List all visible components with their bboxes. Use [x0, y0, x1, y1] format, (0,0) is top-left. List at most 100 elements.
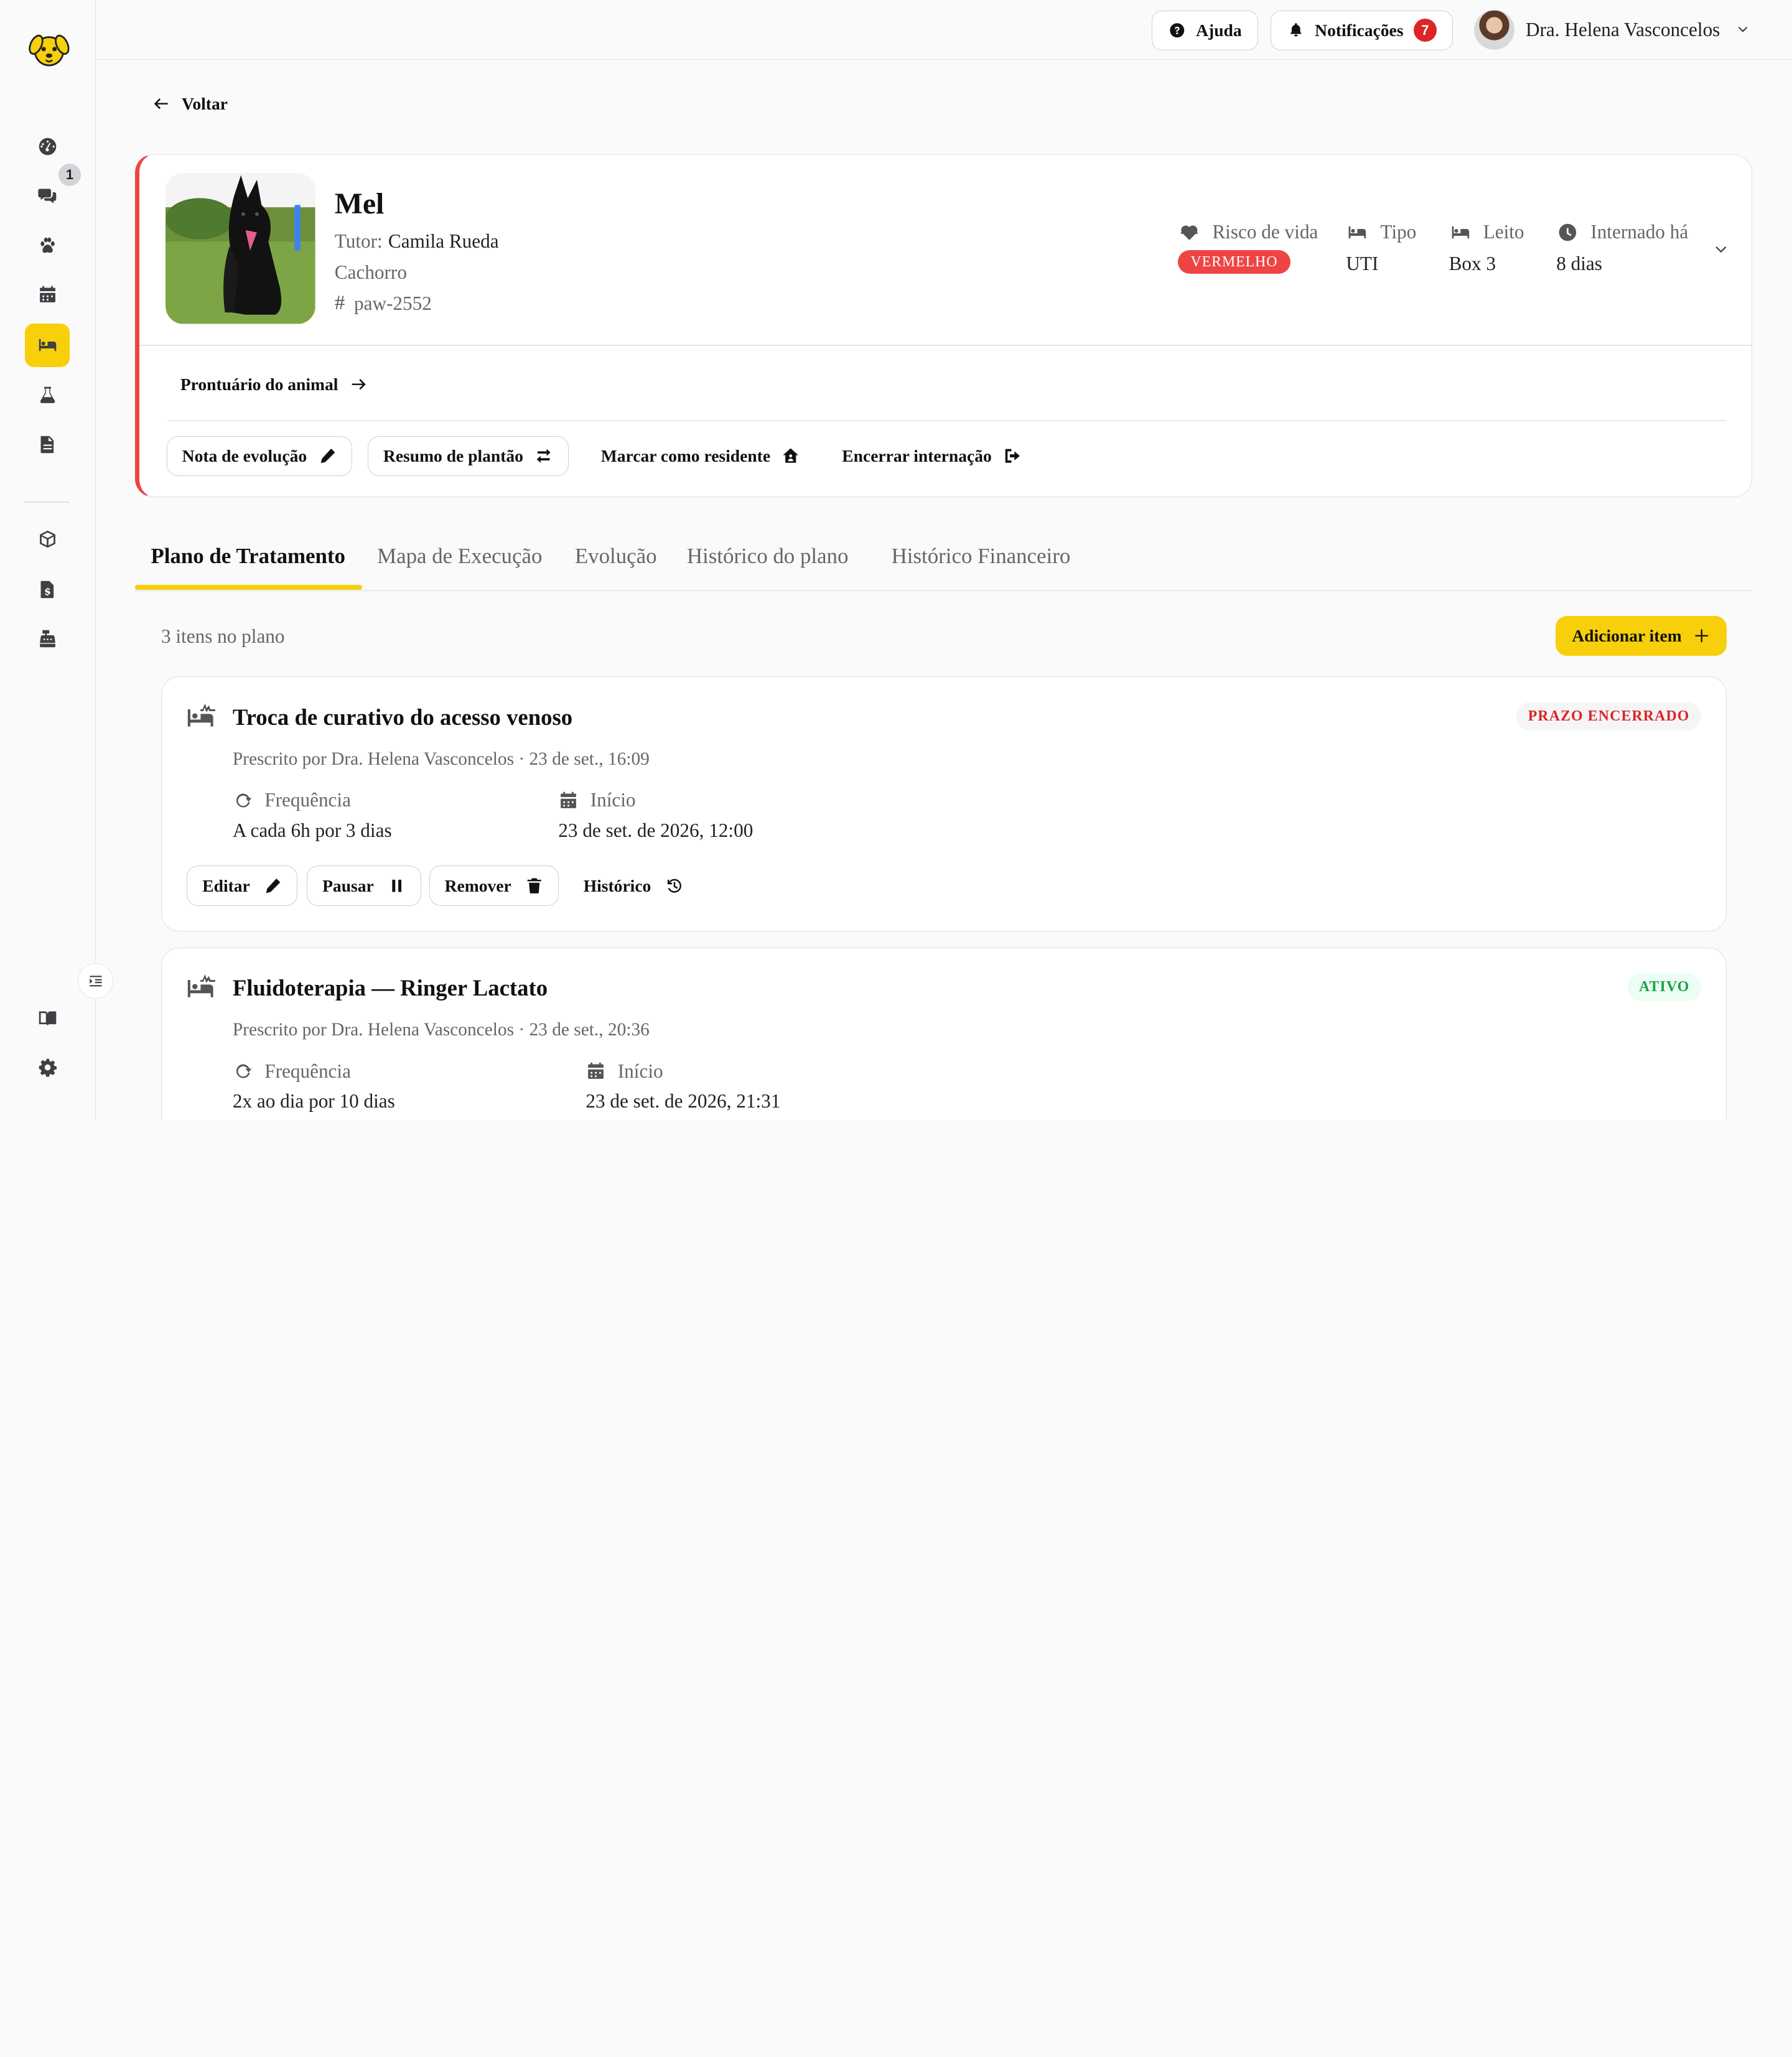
swap-arrows-icon [536, 449, 551, 463]
admitted-stat: Internado há 8 dias [1556, 221, 1688, 275]
plan-item-count: 3 itens no plano [161, 625, 285, 647]
type-value: UTI [1346, 253, 1379, 275]
help-label: Ajuda [1196, 20, 1242, 40]
back-label: Voltar [182, 93, 228, 113]
calendar-icon [39, 286, 55, 303]
add-item-label: Adicionar item [1572, 626, 1682, 646]
tab-plan-history[interactable]: Histórico do plano [687, 544, 849, 569]
sidebar: 1 [0, 0, 113, 1120]
question-circle-icon [1170, 23, 1185, 38]
house-icon [783, 448, 799, 463]
sidebar-item-docs[interactable] [25, 997, 70, 1040]
pencil-icon [320, 449, 335, 464]
chevron-down-icon [1738, 26, 1748, 32]
evolution-note-button[interactable]: Nota de evolução [166, 436, 352, 477]
remove-button[interactable]: Remover [429, 865, 559, 906]
bell-icon [1290, 23, 1302, 37]
tutor-label: Tutor: [334, 230, 383, 253]
tab-treatment-plan[interactable]: Plano de Tratamento [151, 544, 345, 569]
history-button[interactable]: Histórico [569, 865, 698, 905]
history-icon [668, 879, 682, 893]
refresh-icon [236, 793, 252, 808]
clock-icon [1559, 223, 1577, 241]
calendar-icon [588, 1062, 604, 1079]
refresh-icon [236, 1064, 252, 1078]
dog-logo[interactable] [27, 27, 71, 71]
patient-card: Mel Tutor: Camila Rueda Cachorro # paw-2… [134, 154, 1752, 497]
records-link[interactable]: Prontuário do animal [180, 375, 368, 394]
pencil-icon [266, 878, 281, 893]
pause-button[interactable]: Pausar [307, 865, 422, 906]
user-name: Dra. Helena Vasconcelos [1525, 18, 1720, 40]
bed-label: Leito [1483, 221, 1524, 243]
status-badge: PRAZO ENCERRADO [1516, 702, 1701, 731]
type-label: Tipo [1380, 221, 1417, 243]
sidebar-item-inventory[interactable] [25, 518, 70, 561]
flask-icon [40, 386, 55, 403]
sidebar-item-lab[interactable] [25, 374, 70, 417]
sign-out-icon [1005, 449, 1020, 463]
procedure-bed-icon [187, 973, 218, 1003]
plan-item-title: Fluidoterapia — Ringer Lactato [232, 974, 548, 1001]
tab-financial-history[interactable]: Histórico Financeiro [892, 544, 1071, 569]
hash-icon: # [334, 292, 345, 315]
chat-badge: 1 [58, 163, 82, 187]
start-value: 23 de set. de 2026, 21:31 [586, 1090, 781, 1112]
sidebar-item-documents[interactable] [25, 423, 70, 467]
back-link[interactable]: Voltar [152, 94, 228, 114]
start-label: Início [617, 1060, 663, 1082]
expand-details-button[interactable] [1713, 242, 1731, 260]
risk-label: Risco de vida [1212, 221, 1318, 243]
card-divider [139, 344, 1752, 346]
patient-id-value: paw-2552 [353, 292, 432, 314]
calendar-icon [561, 791, 577, 808]
paw-icon [40, 238, 55, 253]
tab-evolution[interactable]: Evolução [575, 544, 657, 569]
tutor-name: Camila Rueda [388, 230, 499, 253]
sidebar-item-patients[interactable] [25, 224, 70, 268]
remove-label: Remover [444, 875, 511, 895]
avatar [1474, 9, 1514, 50]
plan-item-meta: Prescrito por Dra. Helena Vasconcelos · … [232, 1020, 650, 1040]
cash-register-icon [39, 630, 55, 648]
invoice-icon [40, 581, 54, 599]
indent-icon [89, 976, 101, 987]
user-menu[interactable]: Dra. Helena Vasconcelos [1474, 9, 1750, 50]
bed-icon [1348, 226, 1366, 239]
sidebar-collapse-button[interactable] [77, 963, 113, 999]
bed-icon [1452, 226, 1469, 239]
heart-pulse-icon [1180, 225, 1198, 240]
frequency-label: Frequência [264, 1060, 351, 1082]
gear-icon [39, 1058, 57, 1077]
document-icon [40, 436, 54, 454]
frequency-value: A cada 6h por 3 dias [232, 819, 392, 842]
add-item-button[interactable]: Adicionar item [1555, 615, 1727, 656]
arrow-left-icon [154, 98, 168, 110]
frequency-field: Frequência 2x ao dia por 10 dias [233, 1060, 395, 1113]
patient-photo [165, 173, 315, 324]
plan-item-card: Fluidoterapia — Ringer Lactato ATIVO Pre… [161, 947, 1727, 1120]
help-button[interactable]: Ajuda [1152, 10, 1259, 50]
start-label: Início [590, 789, 636, 811]
app: 1 Ajuda Notificações 7 Dra. Helena Vasco… [0, 0, 1792, 1120]
mark-resident-label: Marcar como residente [600, 445, 771, 465]
sidebar-item-calendar[interactable] [25, 273, 70, 317]
shift-summary-button[interactable]: Resumo de plantão [368, 436, 569, 477]
sidebar-item-settings[interactable] [25, 1046, 70, 1089]
frequency-field: Frequência A cada 6h por 3 dias [233, 789, 392, 842]
end-hospitalization-button[interactable]: Encerrar internação [827, 436, 1036, 476]
sidebar-item-billing[interactable] [25, 568, 70, 612]
sidebar-item-chat[interactable]: 1 [25, 163, 82, 217]
procedure-bed-icon [187, 702, 218, 732]
edit-button[interactable]: Editar [187, 865, 298, 906]
admitted-label: Internado há [1590, 221, 1689, 243]
mark-resident-button[interactable]: Marcar como residente [586, 436, 815, 476]
sidebar-item-hospitalization[interactable] [25, 323, 70, 367]
sidebar-divider [25, 501, 70, 503]
start-field: Início 23 de set. de 2026, 12:00 [558, 789, 753, 842]
tab-execution-map[interactable]: Mapa de Execução [377, 544, 542, 569]
notifications-button[interactable]: Notificações 7 [1271, 10, 1454, 50]
sidebar-item-dashboard[interactable] [25, 124, 70, 168]
pause-icon [392, 879, 401, 892]
sidebar-item-cashier[interactable] [25, 617, 70, 661]
